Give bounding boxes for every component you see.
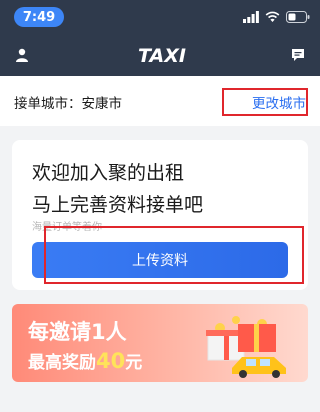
taxi-logo: TAXI bbox=[138, 45, 186, 66]
message-icon bbox=[292, 49, 304, 61]
status-time: 7:49 bbox=[14, 7, 64, 27]
highlight-box-upload bbox=[44, 226, 304, 284]
banner-prefix: 最高奖励 bbox=[28, 353, 96, 373]
card-title-line2: 马上完善资料接单吧 bbox=[32, 194, 204, 216]
highlight-box-change-city bbox=[222, 88, 308, 116]
signal-icon bbox=[243, 11, 259, 23]
banner-line1: 每邀请1人 bbox=[28, 320, 127, 344]
invite-banner[interactable]: 每邀请1人 最高奖励40元 bbox=[12, 304, 308, 382]
message-button[interactable] bbox=[286, 43, 310, 67]
banner-line2: 最高奖励40元 bbox=[28, 348, 142, 373]
banner-unit: 元 bbox=[125, 353, 143, 373]
battery-icon bbox=[286, 11, 310, 23]
status-bar: 7:49 bbox=[0, 0, 320, 34]
logo-text: TAXI bbox=[138, 45, 186, 66]
gift-taxi-illustration bbox=[206, 316, 286, 378]
city-label: 接单城市：安康市 bbox=[14, 96, 122, 112]
status-icons bbox=[243, 9, 310, 25]
card-title-line1: 欢迎加入聚的出租 bbox=[32, 162, 185, 184]
banner-amount: 40 bbox=[96, 349, 126, 373]
nav-bar: TAXI bbox=[0, 34, 320, 76]
app-header: 7:49 TAXI bbox=[0, 0, 320, 76]
wifi-icon bbox=[265, 11, 280, 22]
profile-button[interactable] bbox=[10, 43, 34, 67]
user-icon bbox=[16, 48, 28, 62]
